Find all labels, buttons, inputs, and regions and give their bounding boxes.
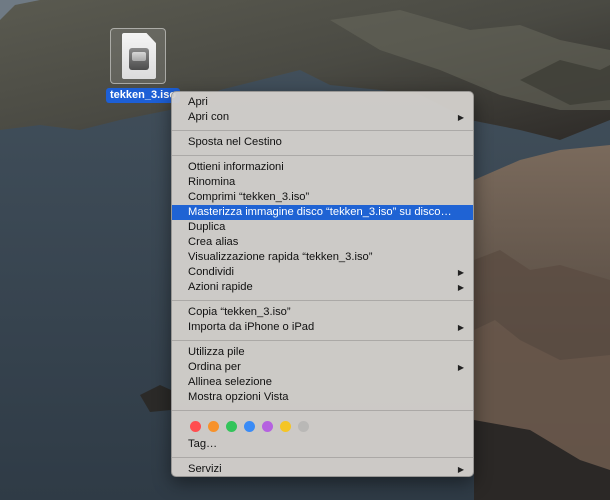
menu-item-allinea-selezione[interactable]: Allinea selezione (172, 375, 473, 390)
tag-orange-dot[interactable] (208, 420, 219, 432)
menu-separator (172, 457, 473, 458)
menu-item-label: Duplica (188, 221, 226, 233)
menu-item-label: Utilizza pile (188, 346, 245, 358)
menu-item-label: Crea alias (188, 236, 239, 248)
tag-yellow-dot[interactable] (280, 420, 291, 432)
disk-glyph (129, 48, 149, 70)
menu-group-file-actions: Ottieni informazioni Rinomina Comprimi “te… (172, 160, 473, 295)
menu-item-label: Condividi (188, 266, 235, 278)
tag-gray-dot[interactable] (298, 420, 309, 432)
menu-item-label: Servizi (188, 463, 222, 475)
menu-item-label: Visualizzazione rapida “tekken_3.iso” (188, 251, 373, 263)
iso-file-icon[interactable] (110, 28, 166, 84)
menu-item-masterizza-immagine-disco-tekken-3-iso-su-disco[interactable]: Masterizza immagine disco “tekken_3.iso”… (172, 205, 473, 220)
menu-group-open: Apri Apri con ▶ (172, 95, 473, 125)
menu-group-services: Servizi ▶ (172, 462, 473, 477)
menu-group-view: Utilizza pile Ordina per ▶ Allinea selezion… (172, 345, 473, 405)
menu-separator (172, 155, 473, 156)
menu-separator (172, 130, 473, 131)
menu-item-condividi[interactable]: Condividi ▶ (172, 265, 473, 280)
menu-separator (172, 410, 473, 411)
file-name-label[interactable]: tekken_3.iso (106, 88, 181, 103)
menu-item-importa-da-iphone-o-ipad[interactable]: Importa da iPhone o iPad ▶ (172, 320, 473, 335)
menu-item-rinomina[interactable]: Rinomina (172, 175, 473, 190)
menu-item-ottieni-informazioni[interactable]: Ottieni informazioni (172, 160, 473, 175)
menu-item-comprimi-tekken-3-iso[interactable]: Comprimi “tekken_3.iso” (172, 190, 473, 205)
menu-item-label: Allinea selezione (188, 376, 272, 388)
submenu-arrow-icon: ▶ (457, 323, 464, 332)
menu-item-label: Copia “tekken_3.iso” (188, 306, 291, 318)
menu-item-label: Rinomina (188, 176, 236, 188)
tag-color-row (172, 415, 473, 437)
submenu-arrow-icon: ▶ (457, 363, 464, 372)
menu-item-label: Importa da iPhone o iPad (188, 321, 315, 333)
menu-item-label: Apri (188, 96, 208, 108)
menu-item-label: Sposta nel Cestino (188, 136, 282, 148)
menu-item-label: Apri con (188, 111, 230, 123)
tag-green-dot[interactable] (226, 420, 237, 432)
submenu-arrow-icon: ▶ (457, 113, 464, 122)
menu-item-crea-alias[interactable]: Crea alias (172, 235, 473, 250)
menu-item-label: Comprimi “tekken_3.iso” (188, 191, 310, 203)
submenu-arrow-icon: ▶ (457, 268, 464, 277)
menu-group-trash: Sposta nel Cestino (172, 135, 473, 150)
menu-item-apri-con[interactable]: Apri con ▶ (172, 110, 473, 125)
menu-item-label: Azioni rapide (188, 281, 253, 293)
menu-item-copia-tekken-3-iso[interactable]: Copia “tekken_3.iso” (172, 305, 473, 320)
menu-item-utilizza-pile[interactable]: Utilizza pile (172, 345, 473, 360)
menu-item-label: Ordina per (188, 361, 241, 373)
submenu-arrow-icon: ▶ (457, 283, 464, 292)
menu-item-ordina-per[interactable]: Ordina per ▶ (172, 360, 473, 375)
menu-item-sposta-nel-cestino[interactable]: Sposta nel Cestino (172, 135, 473, 150)
tag-purple-dot[interactable] (262, 420, 273, 432)
context-menu: Apri Apri con ▶ Sposta nel Cestino Ottieni… (171, 91, 474, 477)
submenu-arrow-icon: ▶ (457, 465, 464, 474)
menu-group-copy-import: Copia “tekken_3.iso” Importa da iPhone o … (172, 305, 473, 335)
menu-separator (172, 300, 473, 301)
menu-item-label: Masterizza immagine disco “tekken_3.iso”… (188, 206, 452, 218)
menu-item-label: Ottieni informazioni (188, 161, 284, 173)
menu-separator (172, 340, 473, 341)
menu-item-duplica[interactable]: Duplica (172, 220, 473, 235)
menu-item-servizi[interactable]: Servizi ▶ (172, 462, 473, 477)
menu-item-visualizzazione-rapida-tekken-3-iso[interactable]: Visualizzazione rapida “tekken_3.iso” (172, 250, 473, 265)
menu-item-tags[interactable]: Tag… (172, 437, 473, 452)
disk-image-file-icon (122, 33, 156, 79)
tag-red-dot[interactable] (190, 420, 201, 432)
tag-blue-dot[interactable] (244, 420, 255, 432)
menu-item-azioni-rapide[interactable]: Azioni rapide ▶ (172, 280, 473, 295)
menu-item-mostra-opzioni-vista[interactable]: Mostra opzioni Vista (172, 390, 473, 405)
menu-item-label: Mostra opzioni Vista (188, 391, 289, 403)
menu-item-apri[interactable]: Apri (172, 95, 473, 110)
